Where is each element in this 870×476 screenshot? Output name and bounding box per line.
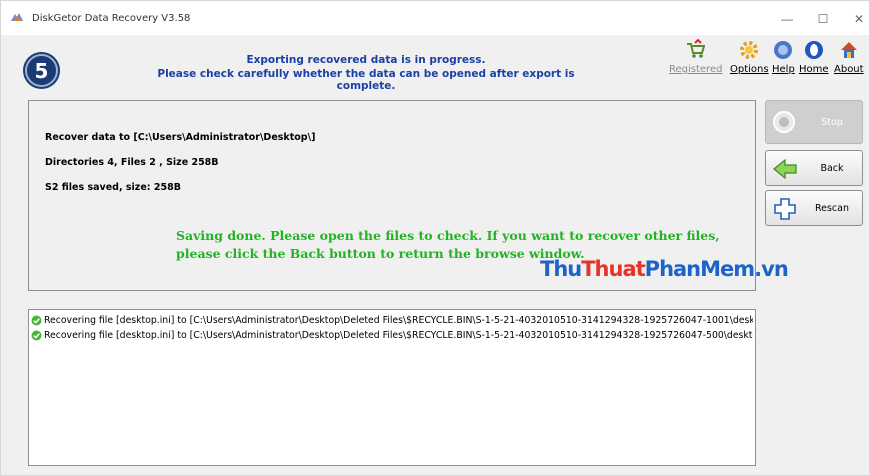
- checkmark-icon: [31, 315, 42, 325]
- rescan-button[interactable]: Rescan: [765, 190, 863, 226]
- directory-summary-text: Directories 4, Files 2 , Size 258B: [45, 157, 219, 168]
- help-icon: [774, 41, 793, 59]
- registered-link[interactable]: Registered: [669, 39, 722, 75]
- watermark-part-1: Thu: [540, 257, 582, 281]
- back-button[interactable]: Back: [765, 150, 863, 186]
- help-label: Help: [772, 64, 795, 75]
- log-entry: Recovering file [desktop.ini] to [C:\Use…: [31, 313, 753, 327]
- about-label: About: [834, 64, 864, 75]
- watermark-part-3: PhanMem.vn: [644, 257, 789, 281]
- shopping-cart-icon: [686, 39, 706, 58]
- gear-icon: [740, 41, 759, 59]
- step-number: 5: [34, 58, 49, 83]
- recovery-log-list[interactable]: Recovering file [desktop.ini] to [C:\Use…: [28, 309, 756, 466]
- home-label: Home: [799, 64, 829, 75]
- saving-done-message-line1: Saving done. Please open the files to ch…: [176, 228, 720, 243]
- status-heading: Exporting recovered data is in progress.: [246, 54, 486, 66]
- help-link[interactable]: Help: [772, 39, 795, 75]
- close-button[interactable]: ✕: [844, 9, 870, 29]
- title-bar[interactable]: DiskGetor Data Recovery V3.58 — ☐ ✕: [1, 1, 869, 35]
- recover-destination-text: Recover data to [C:\Users\Administrator\…: [45, 132, 316, 143]
- rescan-label: Rescan: [814, 202, 850, 214]
- options-link[interactable]: Options: [730, 39, 769, 75]
- home-globe-icon: [804, 41, 823, 59]
- log-entry-text: Recovering file [desktop.ini] to [C:\Use…: [44, 314, 753, 326]
- log-entry-text: Recovering file [desktop.ini] to [C:\Use…: [44, 329, 753, 341]
- files-saved-text: S2 files saved, size: 258B: [45, 182, 181, 193]
- header-bar: 5 Exporting recovered data is in progres…: [1, 35, 869, 92]
- log-entry: Recovering file [desktop.ini] to [C:\Use…: [31, 328, 753, 342]
- step-number-badge: 5: [25, 54, 58, 87]
- stop-label: Stop: [821, 116, 843, 128]
- arrow-left-icon: [773, 158, 797, 180]
- minimize-button[interactable]: —: [772, 9, 802, 29]
- about-link[interactable]: About: [834, 39, 864, 75]
- back-label: Back: [820, 162, 844, 174]
- window-title: DiskGetor Data Recovery V3.58: [32, 13, 191, 24]
- app-window: DiskGetor Data Recovery V3.58 — ☐ ✕ 5 Ex…: [0, 0, 870, 476]
- status-subheading: Please check carefully whether the data …: [157, 68, 575, 92]
- checkmark-icon: [31, 330, 42, 340]
- options-label: Options: [730, 64, 769, 75]
- saving-done-message-line2: please click the Back button to return t…: [176, 246, 585, 261]
- house-icon: [840, 42, 857, 58]
- watermark-logo: ThuThuatPhanMem.vn: [540, 257, 789, 281]
- app-logo-icon: [11, 13, 23, 21]
- plus-rescan-icon: [774, 198, 796, 220]
- watermark-part-2: Thuat: [581, 257, 645, 281]
- stop-button[interactable]: Stop: [765, 100, 863, 144]
- maximize-button[interactable]: ☐: [808, 9, 838, 29]
- stop-icon: [773, 111, 795, 133]
- home-link[interactable]: Home: [799, 39, 829, 75]
- registered-label: Registered: [669, 64, 723, 75]
